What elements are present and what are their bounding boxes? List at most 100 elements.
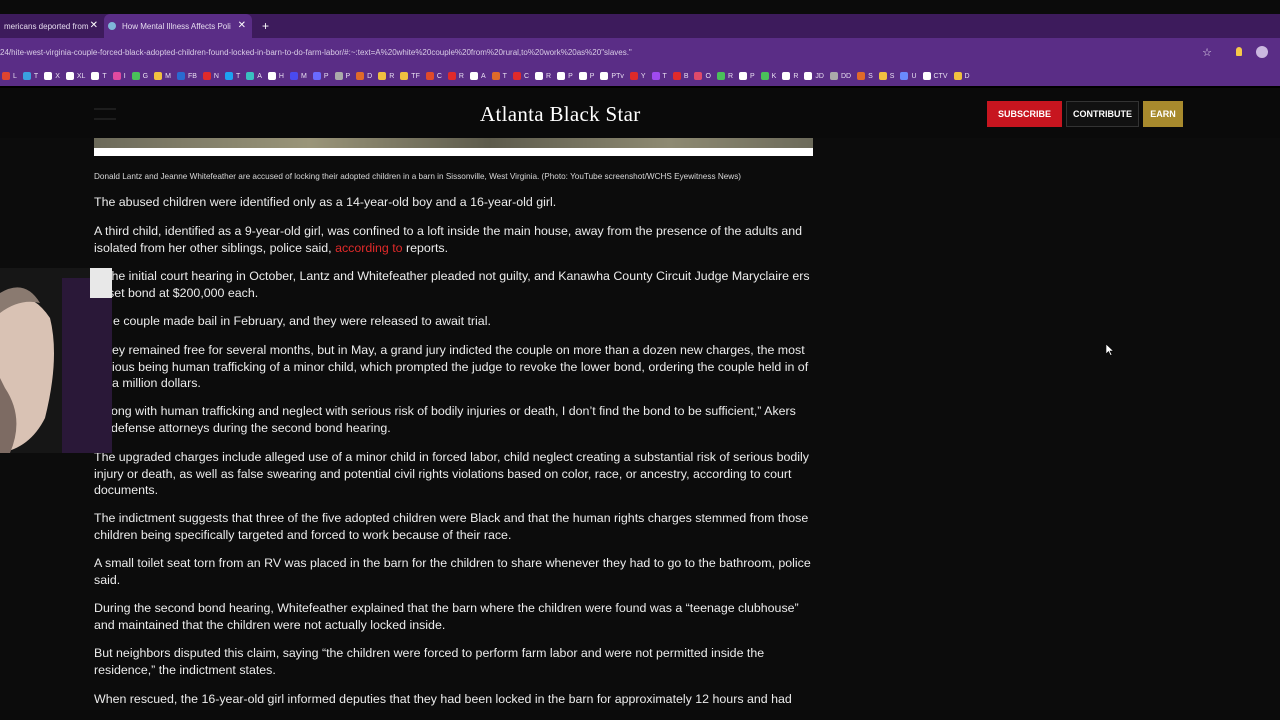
bookmark-item[interactable]: CTV (922, 72, 948, 80)
extension-icon[interactable] (1236, 47, 1242, 56)
bookmark-item[interactable]: R (716, 72, 733, 80)
according-to-link[interactable]: according to (335, 241, 403, 255)
new-tab-icon[interactable]: + (262, 19, 269, 33)
bookmark-label: A (480, 72, 486, 80)
paragraph: e couple made bail in February, and they… (113, 314, 491, 328)
bookmarks-bar: L T X XL T I G M FB N T A H M P P D R TF C R A T C R P P PTv Y T B O R P K… (0, 66, 1280, 86)
bookmark-item[interactable]: M (154, 72, 171, 80)
bookmark-item[interactable]: R (378, 72, 394, 80)
bookmark-item[interactable]: R (447, 72, 464, 80)
paragraph: A third child, identified as a 9-year-ol… (94, 223, 813, 256)
bookmark-label: R (793, 72, 799, 80)
bookmark-star-icon[interactable]: ☆ (1202, 46, 1212, 59)
bookmark-item[interactable]: T (91, 72, 107, 80)
bookmark-label: T (235, 72, 241, 80)
bookmark-item[interactable]: N (202, 72, 219, 80)
bookmark-favicon-icon (760, 72, 769, 80)
paragraph: When rescued, the 16-year-old girl infor… (94, 692, 792, 706)
bookmark-item[interactable]: C (425, 72, 442, 80)
bookmark-item[interactable]: DD (829, 72, 852, 80)
menu-icon[interactable] (94, 108, 116, 120)
close-tab-icon[interactable]: ✕ (238, 20, 246, 31)
bookmark-label: X (55, 72, 60, 80)
bookmark-label: C (523, 72, 529, 80)
bookmark-item[interactable]: M (289, 72, 307, 80)
bookmark-favicon-icon (469, 72, 478, 80)
bookmark-item[interactable]: L (2, 72, 17, 80)
bookmark-item[interactable]: FB (176, 72, 197, 80)
bookmark-favicon-icon (44, 72, 53, 80)
bookmark-item[interactable]: K (760, 72, 777, 80)
bookmark-favicon-icon (2, 72, 10, 80)
browser-tab[interactable]: mericans deported from ✕ (0, 14, 104, 38)
subscribe-button[interactable]: SUBSCRIBE (987, 101, 1062, 127)
bookmark-item[interactable]: A (246, 72, 262, 80)
bookmark-label: K (771, 72, 777, 80)
earn-button[interactable]: EARN (1143, 101, 1183, 127)
bookmark-label: CTV (933, 72, 948, 80)
bookmark-item[interactable]: D (953, 72, 970, 80)
bookmark-item[interactable]: T (224, 72, 241, 80)
bookmark-label: JD (815, 72, 824, 80)
bookmark-item[interactable]: T (491, 72, 507, 80)
bookmark-label: D (367, 72, 373, 80)
browser-tab-active[interactable]: How Mental Illness Affects Poli ✕ (104, 14, 252, 38)
bookmark-favicon-icon (512, 72, 521, 80)
bookmark-label: U (911, 72, 917, 80)
bookmark-item[interactable]: C (512, 72, 529, 80)
bookmark-favicon-icon (716, 72, 725, 80)
url-text[interactable]: 24/hite-west-virginia-couple-forced-blac… (0, 48, 1180, 57)
bookmark-favicon-icon (312, 72, 321, 80)
bookmark-favicon-icon (804, 72, 813, 80)
bookmark-label: H (278, 72, 284, 80)
bookmark-item[interactable]: X (44, 72, 60, 80)
bookmark-label: R (458, 72, 464, 80)
bookmark-label: I (123, 72, 126, 80)
bookmark-item[interactable]: P (739, 72, 755, 80)
bookmark-item[interactable]: A (469, 72, 486, 80)
bookmark-item[interactable]: JD (804, 72, 824, 80)
bookmark-item[interactable]: I (112, 72, 126, 80)
bookmark-favicon-icon (267, 72, 276, 80)
bookmark-item[interactable]: S (878, 72, 895, 80)
bookmark-item[interactable]: G (131, 72, 149, 80)
bookmark-item[interactable]: U (900, 72, 917, 80)
site-logo[interactable]: Atlanta Black Star (480, 102, 641, 127)
article-content: Donald Lantz and Jeanne Whitefeather are… (0, 138, 1280, 720)
bookmark-favicon-icon (491, 72, 500, 80)
bookmark-item[interactable]: P (334, 72, 350, 80)
bookmark-item[interactable]: R (535, 72, 551, 80)
bookmark-item[interactable]: R (782, 72, 798, 80)
bookmark-item[interactable]: Y (629, 72, 646, 80)
bookmark-item[interactable]: P (312, 72, 329, 80)
close-tab-icon[interactable]: ✕ (90, 20, 98, 31)
bookmark-favicon-icon (629, 72, 638, 80)
bookmark-item[interactable]: P (557, 72, 573, 80)
article-image (94, 138, 813, 156)
bookmark-item[interactable]: P (578, 72, 594, 80)
bookmark-label: S (889, 72, 895, 80)
bookmark-item[interactable]: B (672, 72, 688, 80)
profile-icon[interactable] (1256, 46, 1268, 58)
bookmark-item[interactable]: O (694, 72, 711, 80)
bookmark-item[interactable]: TF (400, 72, 420, 80)
bookmark-item[interactable]: S (857, 72, 873, 80)
bookmark-label: XL (76, 72, 86, 80)
bookmark-favicon-icon (289, 72, 298, 80)
bookmark-item[interactable]: XL (65, 72, 86, 80)
tab-title: mericans deported from (4, 21, 89, 31)
bookmark-favicon-icon (356, 72, 365, 80)
address-bar[interactable]: 24/hite-west-virginia-couple-forced-blac… (0, 38, 1280, 66)
bookmark-label: DD (840, 72, 852, 80)
bookmark-item[interactable]: T (22, 72, 38, 80)
bookmark-label: G (142, 72, 149, 80)
bookmark-item[interactable]: PTv (600, 72, 624, 80)
bookmark-favicon-icon (131, 72, 140, 80)
bookmark-item[interactable]: H (267, 72, 284, 80)
bookmark-favicon-icon (739, 72, 747, 80)
window-bottom-strip (0, 710, 1280, 720)
contribute-button[interactable]: CONTRIBUTE (1066, 101, 1139, 127)
bookmark-item[interactable]: D (356, 72, 372, 80)
bookmark-item[interactable]: T (651, 72, 667, 80)
bookmark-label: TF (411, 72, 420, 80)
